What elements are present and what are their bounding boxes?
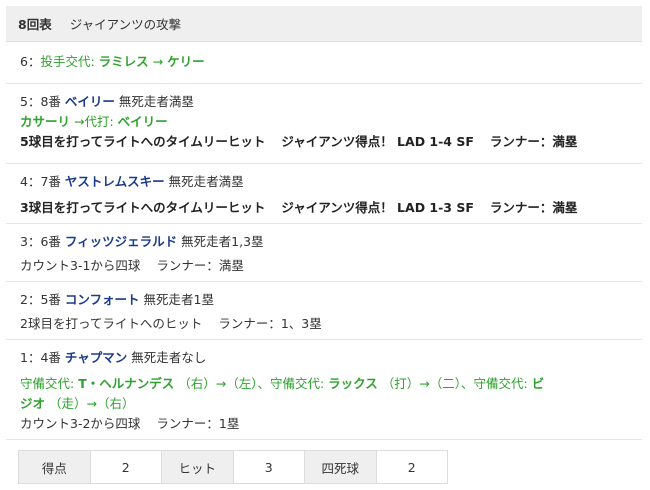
arrow-icon: → (152, 54, 164, 69)
defense-player: ラックス (328, 376, 378, 391)
play-number: 2 (20, 292, 28, 307)
inning-label: 8回表 (18, 17, 52, 32)
defense-change-line-cont: ジオ （走）→（右） (20, 394, 642, 414)
play-item-1: 1：4番 チャプマン 無死走者なし 守備交代: T・ヘルナンデス （右）→（左）… (6, 348, 642, 440)
batter-order: 7番 (40, 174, 61, 189)
batter-order: 8番 (40, 94, 61, 109)
defense-position: （打）→（二）、 (381, 376, 474, 391)
play-result: 5球目を打ってライトへのタイムリーヒット (20, 134, 266, 149)
runner-status: ランナー：満塁 (489, 200, 578, 215)
play-result: カウント3-2から四球 (20, 416, 141, 431)
play-item-2: 2：5番 コンフォート 無死走者1塁 2球目を打ってライトへのヒット ランナー：1… (6, 290, 642, 340)
batter-link[interactable]: フィッツジェラルド (65, 234, 177, 249)
defense-change-line: 守備交代: T・ヘルナンデス （右）→（左）、守備交代: ラックス （打）→（二… (20, 374, 642, 394)
hits-value: 3 (233, 451, 305, 483)
batter-order: 5番 (40, 292, 61, 307)
team-attack-label: ジャイアンツの攻撃 (69, 17, 182, 32)
score-text: ジャイアンツ得点！ LAD 1-3 SF (281, 200, 474, 215)
batter-line: 3：6番 フィッツジェラルド 無死走者1,3塁 (20, 234, 264, 249)
sub-out-player: カサーリ (20, 114, 71, 129)
situation: 無死走者満塁 (118, 94, 194, 109)
defense-position: （走）→（右） (49, 396, 135, 411)
pitcher-in: ケリー (167, 54, 205, 69)
batter-link[interactable]: チャプマン (65, 350, 127, 365)
situation: 無死走者1塁 (143, 292, 214, 307)
inning-header: 8回表 ジャイアンツの攻撃 (6, 6, 642, 42)
runs-label: 得点 (19, 451, 91, 483)
play-result: カウント3-1から四球 (20, 258, 141, 273)
runs-value: 2 (90, 451, 162, 483)
inning-stats-table: 得点 2 ヒット 3 四死球 2 (18, 450, 448, 484)
defense-player: T・ヘルナンデス (78, 376, 175, 391)
defense-change-label: 守備交代: (473, 376, 528, 391)
defense-position: （右）→（左）、 (178, 376, 270, 391)
result-line: 2球目を打ってライトへのヒット ランナー：1、3塁 (20, 314, 642, 334)
score-text: ジャイアンツ得点！ LAD 1-4 SF (281, 134, 474, 149)
play-result: 3球目を打ってライトへのタイムリーヒット (20, 200, 266, 215)
batter-line: 2：5番 コンフォート 無死走者1塁 (20, 292, 214, 307)
runner-status: ランナー：満塁 (156, 258, 244, 273)
batter-line: 5：8番 ベイリー 無死走者満塁 (20, 94, 194, 109)
play-result: 2球目を打ってライトへのヒット (20, 316, 203, 331)
batter-link[interactable]: ヤストレムスキー (65, 174, 165, 189)
pitcher-change-label: 投手交代: (40, 54, 95, 69)
walks-label: 四死球 (305, 451, 377, 483)
substitution-line: カサーリ →代打: ベイリー (20, 112, 642, 132)
batter-line: 4：7番 ヤストレムスキー 無死走者満塁 (20, 174, 244, 189)
batter-line: 1：4番 チャプマン 無死走者なし (20, 350, 207, 365)
result-line: 3球目を打ってライトへのタイムリーヒット ジャイアンツ得点！ LAD 1-3 SF… (20, 198, 642, 218)
result-line: カウント3-2から四球 ランナー：1塁 (20, 414, 642, 434)
defense-player: ジオ (20, 396, 46, 411)
play-by-play-panel: 8回表 ジャイアンツの攻撃 6：投手交代: ラミレス → ケリー 5：8番 ベイ… (0, 0, 650, 490)
play-line: 6：投手交代: ラミレス → ケリー (20, 54, 205, 69)
play-number: 6 (20, 54, 28, 69)
play-number: 1 (20, 350, 28, 365)
result-line: カウント3-1から四球 ランナー：満塁 (20, 256, 642, 276)
hits-label: ヒット (162, 451, 234, 483)
play-number: 5 (20, 94, 28, 109)
play-item-3: 3：6番 フィッツジェラルド 無死走者1,3塁 カウント3-1から四球 ランナー：… (6, 232, 642, 282)
batter-link[interactable]: ベイリー (65, 94, 115, 109)
runner-status: ランナー：満塁 (489, 134, 578, 149)
situation: 無死走者満塁 (168, 174, 244, 189)
runner-status: ランナー：1、3塁 (218, 316, 322, 331)
sub-in-player: ベイリー (117, 114, 168, 129)
runner-status: ランナー：1塁 (156, 416, 240, 431)
pitcher-out: ラミレス (98, 54, 149, 69)
play-item-5: 5：8番 ベイリー 無死走者満塁 カサーリ →代打: ベイリー 5球目を打ってラ… (6, 92, 642, 164)
batter-link[interactable]: コンフォート (65, 292, 140, 307)
defense-player: ビ (531, 376, 545, 391)
result-line: 5球目を打ってライトへのタイムリーヒット ジャイアンツ得点！ LAD 1-4 SF… (20, 132, 642, 152)
play-item-6: 6：投手交代: ラミレス → ケリー (6, 52, 642, 84)
batter-order: 4番 (40, 350, 61, 365)
play-item-4: 4：7番 ヤストレムスキー 無死走者満塁 3球目を打ってライトへのタイムリーヒッ… (6, 172, 642, 224)
play-number: 3 (20, 234, 28, 249)
walks-value: 2 (376, 451, 447, 483)
situation: 無死走者なし (131, 350, 207, 365)
defense-change-label: 守備交代: (20, 376, 75, 391)
situation: 無死走者1,3塁 (181, 234, 264, 249)
batter-order: 6番 (40, 234, 61, 249)
sub-label: →代打: (74, 114, 114, 129)
play-number: 4 (20, 174, 28, 189)
defense-change-label: 守備交代: (269, 376, 325, 391)
